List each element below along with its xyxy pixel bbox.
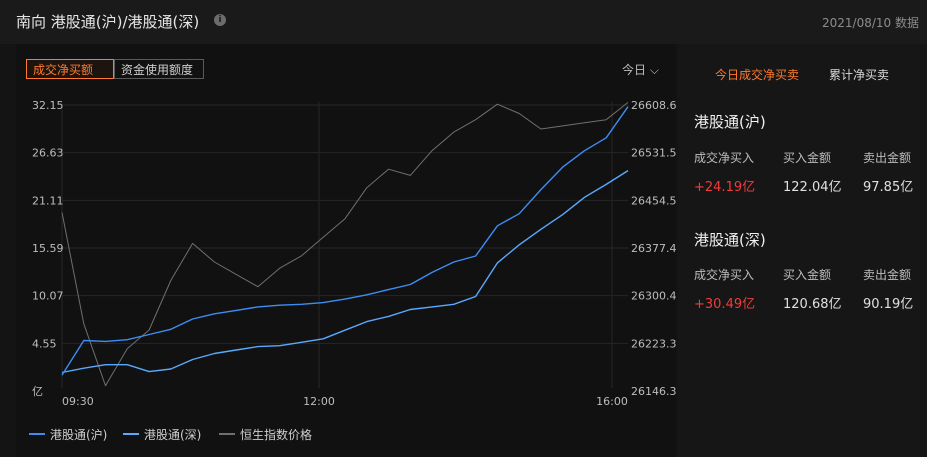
tab-quota-usage[interactable]: 资金使用额度 — [114, 59, 204, 79]
legend-swatch-sz — [123, 433, 139, 435]
stats-title-sh: 港股通(沪) — [694, 113, 766, 131]
legend-swatch-sh — [29, 433, 45, 435]
legend-swatch-hsi — [219, 433, 235, 435]
period-dropdown[interactable]: 今日 ⌵ — [622, 61, 659, 78]
page-title: 南向 港股通(沪)/港股通(深) — [16, 13, 200, 31]
value-buy-sh: 122.04亿 — [783, 180, 842, 195]
chart-panel — [16, 44, 676, 457]
label-buy-sz: 买入金额 — [783, 268, 832, 282]
label-net-buy-sz: 成交净买入 — [694, 268, 755, 282]
legend-label-hsi[interactable]: 恒生指数价格 — [240, 426, 312, 443]
value-buy-sz: 120.68亿 — [783, 297, 842, 312]
value-sell-sz: 90.19亿 — [863, 297, 914, 312]
label-sell-sz: 卖出金额 — [863, 268, 912, 282]
legend-label-sh[interactable]: 港股通(沪) — [50, 426, 107, 443]
value-net-buy-sh: +24.19亿 — [694, 180, 756, 195]
label-sell-sh: 卖出金额 — [863, 151, 912, 165]
tab-today-net[interactable]: 今日成交净买卖 — [715, 66, 799, 83]
tab-net-buy[interactable]: 成交净买额 — [26, 59, 114, 79]
data-date: 2021/08/10 数据 — [822, 16, 919, 30]
tab-cumulative-net[interactable]: 累计净买卖 — [829, 66, 889, 83]
stats-panel — [678, 44, 927, 457]
legend-label-sz[interactable]: 港股通(深) — [144, 426, 201, 443]
value-sell-sh: 97.85亿 — [863, 180, 914, 195]
stats-title-sz: 港股通(深) — [694, 231, 766, 249]
label-buy-sh: 买入金额 — [783, 151, 832, 165]
header-bar: 南向 港股通(沪)/港股通(深) i 2021/08/10 数据 — [0, 0, 927, 44]
info-icon[interactable]: i — [214, 14, 226, 26]
label-net-buy-sh: 成交净买入 — [694, 151, 755, 165]
value-net-buy-sz: +30.49亿 — [694, 297, 756, 312]
